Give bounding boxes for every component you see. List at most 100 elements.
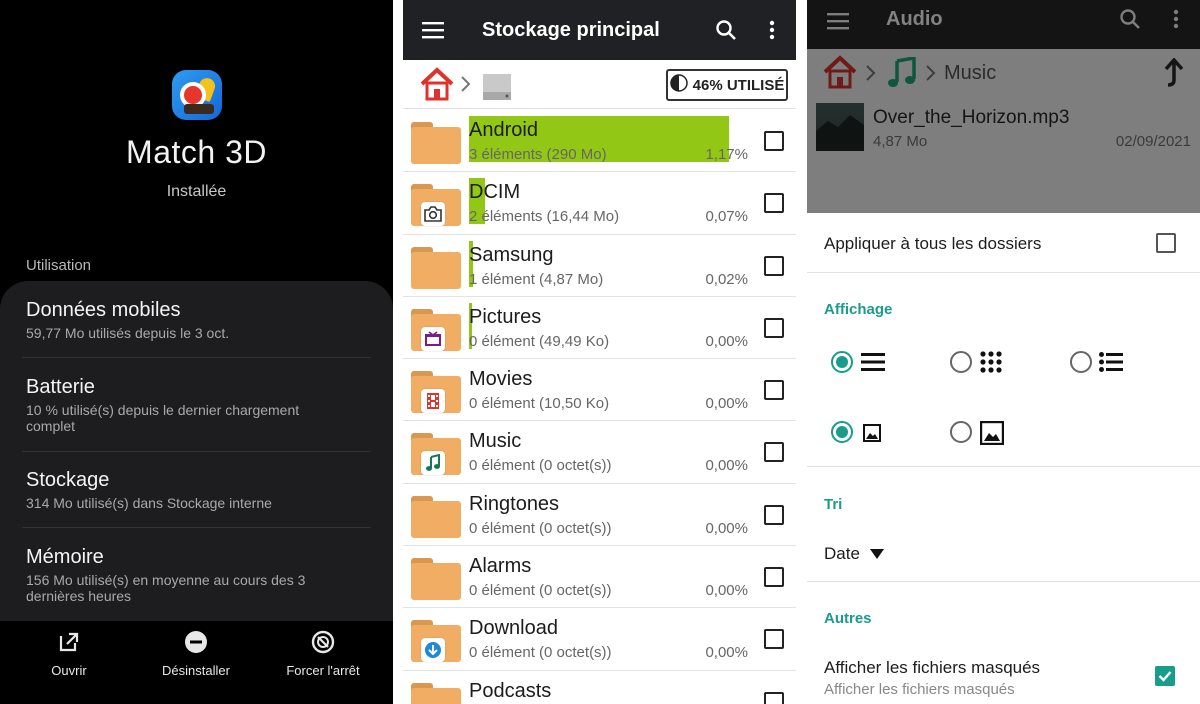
- large-image-icon: [979, 420, 1005, 450]
- folder-row[interactable]: Android 3 éléments (290 Mo) 1,17%: [403, 110, 796, 173]
- folder-row[interactable]: Podcasts: [403, 671, 796, 704]
- grid-view-radio[interactable]: [950, 351, 972, 373]
- up-arrow-icon[interactable]: [1163, 57, 1185, 93]
- folder-checkbox[interactable]: [764, 193, 784, 214]
- storage-title: Stockage principal: [482, 19, 660, 41]
- uninstall-button[interactable]: Désinstaller: [131, 629, 261, 678]
- folder-percent: 0,00%: [705, 519, 748, 537]
- folder-row[interactable]: Movies 0 élément (10,50 Ko) 0,00%: [403, 359, 796, 422]
- folder-percent: 0,00%: [705, 395, 748, 413]
- storage-row[interactable]: Stockage 314 Mo utilisé(s) dans Stockage…: [26, 469, 371, 511]
- folder-name: Music: [469, 430, 522, 453]
- folder-meta: 0 élément (0 octet(s)): [469, 644, 612, 662]
- folder-row[interactable]: Samsung 1 élément (4,87 Mo) 0,02%: [403, 235, 796, 297]
- folder-meta: 0 élément (10,50 Ko): [469, 395, 610, 413]
- folder-percent: 0,07%: [705, 208, 748, 226]
- home-icon[interactable]: [419, 67, 455, 106]
- chevron-right-icon: [925, 63, 937, 88]
- folder-checkbox[interactable]: [764, 131, 784, 151]
- open-external-icon: [4, 629, 134, 655]
- file-name: Over_the_Horizon.mp3: [873, 107, 1070, 128]
- folder-list: Android 3 éléments (290 Mo) 1,17% DCIM 2 élé…: [403, 110, 796, 704]
- divider: [807, 466, 1200, 467]
- show-hidden-files-checkbox[interactable]: [1155, 666, 1175, 686]
- row-subtitle: 156 Mo utilisé(s) en moyenne au cours de…: [26, 572, 306, 604]
- detailed-list-radio[interactable]: [1070, 351, 1092, 373]
- more-options-icon[interactable]: [1173, 9, 1179, 34]
- folder-checkbox[interactable]: [764, 380, 784, 401]
- folder-name: Podcasts: [469, 679, 552, 702]
- folder-row[interactable]: Pictures 0 élément (49,49 Ko) 0,00%: [403, 297, 796, 360]
- folder-icon: [411, 180, 461, 227]
- force-stop-button[interactable]: Forcer l'arrêt: [258, 629, 388, 678]
- music-note-icon: [421, 451, 445, 476]
- breadcrumb-current[interactable]: Music: [944, 62, 996, 85]
- folder-icon: [411, 367, 461, 414]
- hamburger-menu-icon[interactable]: [421, 18, 445, 42]
- row-title: Batterie: [26, 376, 95, 398]
- folder-name: Movies: [469, 368, 533, 391]
- search-icon[interactable]: [1119, 8, 1141, 35]
- music-note-icon[interactable]: [887, 55, 917, 94]
- folder-checkbox[interactable]: [764, 691, 784, 704]
- folder-row[interactable]: Music 0 élément (0 octet(s)) 0,00%: [403, 421, 796, 484]
- sort-dropdown[interactable]: Date: [824, 544, 885, 565]
- folder-name: DCIM: [469, 181, 521, 204]
- sort-value: Date: [824, 544, 860, 563]
- camera-icon: [421, 202, 445, 227]
- divider: [22, 527, 371, 528]
- row-subtitle: 314 Mo utilisé(s) dans Stockage interne: [26, 495, 272, 511]
- folder-name: Android: [469, 119, 538, 141]
- folder-row[interactable]: Ringtones 0 élément (0 octet(s)) 0,00%: [403, 484, 796, 547]
- match-3d-app-icon: [172, 70, 222, 120]
- folder-checkbox[interactable]: [764, 317, 784, 338]
- apply-all-folders-checkbox[interactable]: [1156, 233, 1176, 253]
- album-art-thumbnail: [816, 103, 864, 151]
- search-icon[interactable]: [714, 18, 738, 42]
- internal-storage-icon[interactable]: [479, 68, 515, 107]
- folder-checkbox[interactable]: [764, 629, 784, 650]
- folder-percent: 0,02%: [705, 270, 748, 288]
- list-view-icon: [861, 352, 885, 377]
- audio-file-row[interactable]: Over_the_Horizon.mp3 4,87 Mo 02/09/2021: [807, 97, 1200, 213]
- folder-percent: 0,00%: [705, 332, 748, 350]
- home-icon[interactable]: [822, 55, 858, 94]
- audio-title: Audio: [886, 8, 943, 30]
- folder-percent: 0,00%: [705, 644, 748, 662]
- battery-row[interactable]: Batterie 10 % utilisé(s) depuis le derni…: [26, 376, 371, 434]
- audio-app-bar: Audio: [807, 0, 1200, 49]
- folder-name: Ringtones: [469, 492, 560, 515]
- file-date: 02/09/2021: [1115, 133, 1191, 150]
- folder-icon: [411, 679, 461, 704]
- row-title: Données mobiles: [26, 299, 181, 321]
- memory-row[interactable]: Mémoire 156 Mo utilisé(s) en moyenne au …: [26, 546, 371, 604]
- folder-meta: 0 élément (0 octet(s)): [469, 457, 612, 475]
- hamburger-menu-icon[interactable]: [827, 12, 849, 35]
- folder-checkbox[interactable]: [764, 255, 784, 276]
- list-view-radio[interactable]: [831, 351, 853, 373]
- folder-checkbox[interactable]: [764, 442, 784, 463]
- storage-usage-badge[interactable]: 46% UTILISÉ: [666, 69, 788, 101]
- storage-app-bar: Stockage principal: [403, 0, 796, 60]
- divider: [22, 357, 371, 358]
- more-options-icon[interactable]: [760, 18, 784, 42]
- small-thumbnail-radio[interactable]: [831, 421, 853, 443]
- folder-row[interactable]: Alarms 0 élément (0 octet(s)) 0,00%: [403, 546, 796, 609]
- app-actions-bar: Ouvrir Désinstaller Forcer l'arrêt: [0, 621, 393, 704]
- view-settings-sheet: Appliquer à tous les dossiers Affichage: [807, 213, 1200, 704]
- folder-row[interactable]: DCIM 2 éléments (16,44 Mo) 0,07%: [403, 172, 796, 235]
- mobile-data-row[interactable]: Données mobiles 59,77 Mo utilisés depuis…: [26, 299, 371, 341]
- folder-name: Download: [469, 617, 558, 640]
- folder-checkbox[interactable]: [764, 504, 784, 525]
- show-hidden-files-sublabel: Afficher les fichiers masqués: [824, 681, 1015, 698]
- folder-row[interactable]: Download 0 élément (0 octet(s)) 0,00%: [403, 608, 796, 671]
- folder-meta: 0 élément (0 octet(s)): [469, 519, 612, 537]
- folder-name: Samsung: [469, 243, 554, 266]
- download-icon: [421, 638, 445, 663]
- folder-percent: 0,00%: [705, 457, 748, 475]
- triangle-down-icon: [869, 545, 885, 565]
- open-button[interactable]: Ouvrir: [4, 629, 134, 678]
- folder-checkbox[interactable]: [764, 567, 784, 588]
- small-image-icon: [863, 424, 881, 447]
- large-thumbnail-radio[interactable]: [950, 421, 972, 443]
